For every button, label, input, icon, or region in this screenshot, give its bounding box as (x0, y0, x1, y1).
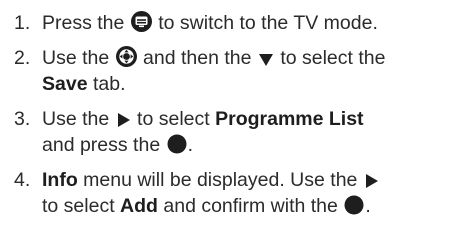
down-triangle-button-icon (258, 52, 274, 67)
step-text: Use the (42, 47, 110, 69)
step-4: 4. Info menu will be displayed. Use the … (14, 167, 463, 219)
step-text: and press the (42, 134, 161, 156)
tv-guide-button-icon (130, 11, 152, 32)
step-text: Press the (42, 12, 125, 34)
step-text: to select (42, 195, 115, 217)
step-text: . (365, 195, 371, 217)
step-text: tab. (92, 73, 126, 95)
step-number: 3. (14, 108, 31, 130)
step-text: and then the (143, 47, 252, 69)
step-text: to select (137, 108, 210, 130)
step-number: 2. (14, 47, 31, 69)
ok-circle-button-icon (167, 134, 187, 154)
step-number: 1. (14, 12, 31, 34)
instruction-document: 1. Press the to switch to the TV mode. 2… (0, 0, 467, 244)
step-2: 2. Use the and then the to select the Sa… (14, 45, 463, 97)
step-text: and confirm with the (163, 195, 338, 217)
step-bold-term: Info (42, 169, 78, 191)
step-1: 1. Press the to switch to the TV mode. (14, 10, 463, 36)
navigation-cross-button-icon (115, 46, 137, 67)
step-bold-term: Add (120, 195, 158, 217)
step-3: 3. Use the to select Programme List and … (14, 106, 463, 158)
step-text: menu will be displayed. Use the (83, 169, 358, 191)
step-text: to select the (280, 47, 386, 69)
step-text: . (187, 134, 194, 156)
step-text: Use the (42, 108, 110, 130)
right-triangle-button-icon (116, 112, 131, 128)
steps-list: 1. Press the to switch to the TV mode. 2… (14, 10, 463, 219)
right-triangle-button-icon (364, 173, 379, 189)
step-text: to switch to the TV mode. (158, 12, 378, 34)
step-bold-term: Programme List (215, 108, 364, 130)
step-bold-term: Save (42, 73, 88, 95)
ok-circle-button-icon (344, 195, 364, 215)
step-number: 4. (14, 169, 31, 191)
